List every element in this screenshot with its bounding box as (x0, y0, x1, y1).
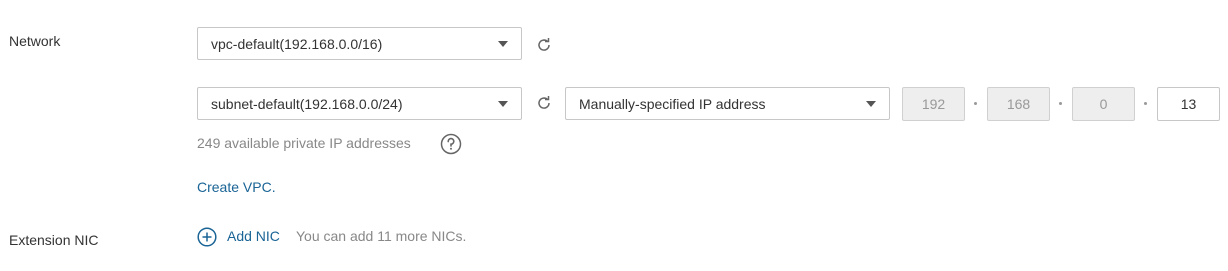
chevron-down-icon (498, 101, 508, 107)
refresh-icon[interactable] (535, 94, 553, 112)
network-label: Network (9, 33, 61, 49)
vpc-select[interactable]: vpc-default(192.168.0.0/16) (197, 27, 522, 60)
subnet-select[interactable]: subnet-default(192.168.0.0/24) (197, 87, 522, 120)
chevron-down-icon (498, 41, 508, 47)
ip-separator (1144, 102, 1147, 105)
vpc-select-value: vpc-default(192.168.0.0/16) (211, 35, 383, 52)
ip-octet-3-input: 0 (1072, 87, 1135, 121)
available-ips-text: 249 available private IP addresses (197, 135, 411, 151)
add-nic-button[interactable]: Add NIC (227, 228, 280, 244)
create-vpc-link[interactable]: Create VPC. (197, 179, 276, 195)
chevron-down-icon (866, 101, 876, 107)
subnet-select-value: subnet-default(192.168.0.0/24) (211, 95, 403, 112)
ip-octet-4-input[interactable]: 13 (1157, 87, 1220, 121)
ip-separator (974, 102, 977, 105)
extension-nic-label: Extension NIC (9, 232, 99, 248)
ip-octet-2-input: 168 (987, 87, 1050, 121)
ip-octet-1-input: 192 (902, 87, 965, 121)
add-nic-hint: You can add 11 more NICs. (296, 228, 467, 244)
ip-mode-select[interactable]: Manually-specified IP address (565, 87, 890, 120)
question-icon[interactable] (440, 133, 462, 155)
ip-mode-select-value: Manually-specified IP address (579, 95, 766, 112)
ip-separator (1059, 102, 1062, 105)
network-config-panel: Network vpc-default(192.168.0.0/16) subn… (0, 0, 1228, 271)
refresh-icon[interactable] (535, 36, 553, 54)
plus-circle-icon[interactable] (197, 227, 217, 247)
